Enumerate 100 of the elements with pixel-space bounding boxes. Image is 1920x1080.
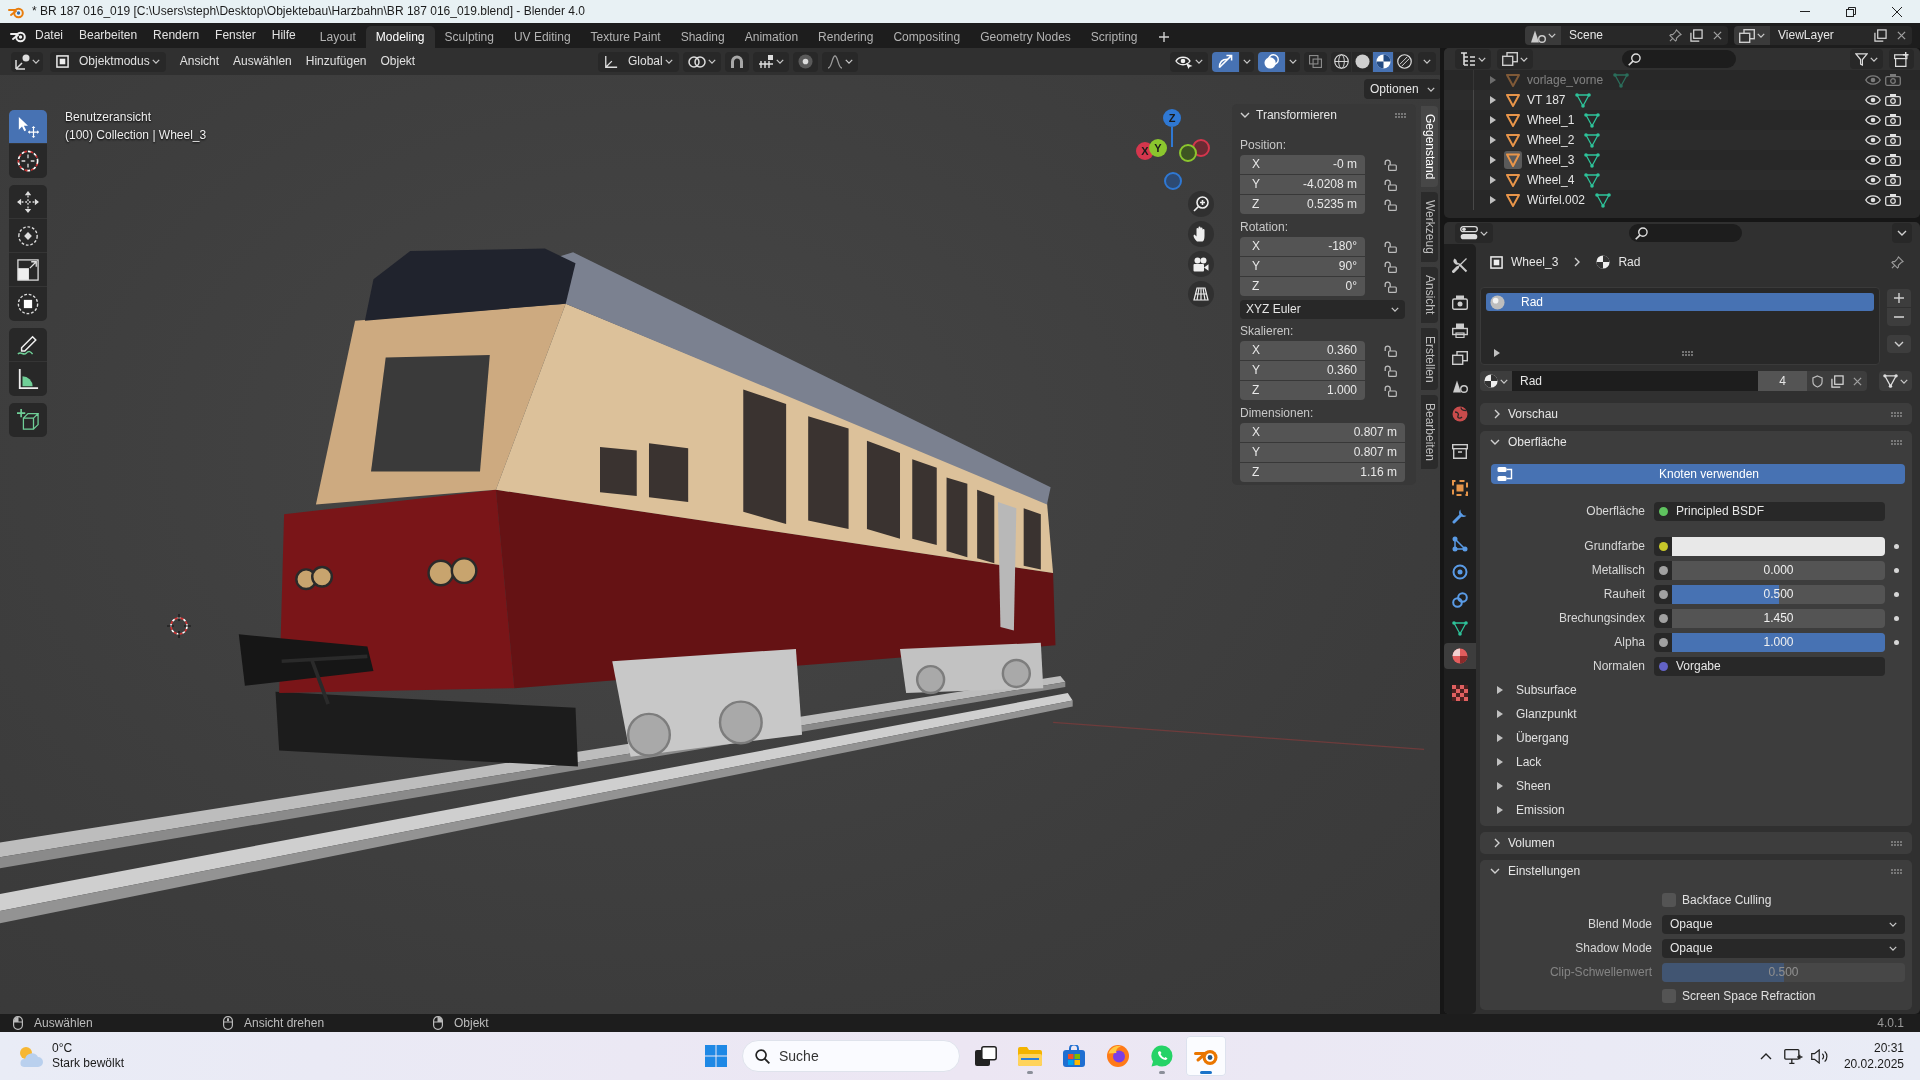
socket-button[interactable] [1654,608,1672,628]
tool-button[interactable] [9,362,47,396]
unlocked-lock-icon[interactable] [1384,365,1397,377]
falloff-dropdown[interactable] [821,51,858,72]
use-nodes-button[interactable]: Knoten verwenden [1491,464,1905,484]
slider-track[interactable]: 1.000 [1672,632,1885,652]
overlays-dropdown[interactable] [1286,51,1300,72]
shading-button[interactable] [1331,51,1351,72]
outliner-row[interactable]: Würfel.002 [1444,190,1920,210]
editor-type-button[interactable] [1455,49,1491,69]
expand-arrow-icon[interactable] [1490,196,1496,204]
expand-arrow-icon[interactable] [1494,349,1500,357]
fake-user-button[interactable] [1807,371,1827,391]
options-dropdown[interactable] [1892,223,1912,243]
pivot-dropdown[interactable] [682,51,721,72]
panel-header[interactable]: Oberfläche [1480,431,1912,453]
unlocked-lock-icon[interactable] [1384,159,1397,171]
axis-handle[interactable]: Y [1149,139,1167,157]
eye-icon[interactable] [1865,175,1881,185]
tool-button[interactable] [9,328,47,362]
workspace-tab[interactable]: Sculpting [434,26,504,48]
tool-button[interactable] [9,287,47,321]
unlocked-lock-icon[interactable] [1384,199,1397,211]
tool-button[interactable] [9,185,47,219]
panel-header[interactable]: Transformieren [1240,107,1337,123]
tool-button[interactable] [9,219,47,253]
unlocked-lock-icon[interactable] [1384,281,1397,293]
sidebar-tab[interactable]: Werkzeug [1421,192,1438,263]
axis-ball-icon[interactable] [1164,172,1182,190]
outliner-row[interactable]: VT 187 [1444,90,1920,110]
mesh-object-icon[interactable] [1506,133,1520,147]
number-field[interactable]: Z 1.16 m [1240,463,1405,482]
workspace-tab[interactable]: Layout [309,26,366,48]
menu-item[interactable]: Objekt [373,54,423,69]
subpanel-header[interactable]: Glanzpunkt [1480,702,1912,726]
tool-button[interactable] [9,144,47,178]
number-field[interactable]: 1.450 [1672,608,1885,628]
socket-button[interactable] [1654,632,1672,652]
number-field[interactable]: Y 0.807 m [1240,443,1405,462]
mesh-data-icon[interactable] [1595,192,1612,208]
workspace-tab[interactable]: Texture Paint [580,26,671,48]
outliner-row[interactable]: Wheel_3 [1444,150,1920,170]
expand-arrow-icon[interactable] [1490,96,1496,104]
number-field[interactable]: X 0.360 [1240,341,1365,360]
shading-button[interactable] [1352,51,1372,72]
material-name-field[interactable]: Rad [1512,371,1758,391]
mesh-data-icon[interactable] [1584,132,1601,148]
menu-item[interactable]: Bearbeiten [71,28,146,43]
mesh-object-icon[interactable] [1506,173,1520,187]
keyframe-dot-icon[interactable] [1894,591,1899,597]
remove-button[interactable] [1707,26,1728,45]
tool-button[interactable] [9,253,47,287]
number-field[interactable]: X -180° [1240,237,1365,256]
proportional-toggle[interactable] [792,51,818,72]
camera-view-button[interactable] [1188,251,1214,277]
outliner-row[interactable]: Wheel_4 [1444,170,1920,190]
workspace-tab[interactable]: UV Editing [503,26,581,48]
browse-button[interactable] [1734,26,1770,45]
gizmo-dropdown[interactable] [1240,51,1254,72]
zoom-button[interactable] [1188,191,1214,217]
menu-item[interactable]: Rendern [145,28,208,43]
slot-menu-button[interactable] [1887,335,1911,353]
remove-button[interactable] [1891,26,1912,45]
menu-item[interactable]: Datei [27,28,71,43]
view-layer-field[interactable]: ViewLayer [1770,26,1870,45]
eye-icon[interactable] [1865,135,1881,145]
eye-icon[interactable] [1865,195,1881,205]
breadcrumb-item[interactable]: Wheel_3 [1511,254,1559,270]
axis-handle[interactable]: Z [1163,109,1181,127]
slider-track[interactable]: 0.500 [1672,584,1885,604]
subpanel-header[interactable]: Emission [1480,798,1912,822]
display-mode-button[interactable] [1497,49,1533,69]
tool-button[interactable] [9,110,47,144]
workspace-tab[interactable]: Shading [670,26,735,48]
mesh-data-icon[interactable] [1584,172,1601,188]
workspace-tab[interactable]: Modeling [365,26,435,48]
search-field[interactable]: Suche [742,1040,960,1072]
unlocked-lock-icon[interactable] [1384,179,1397,191]
shading-button[interactable] [1394,51,1414,72]
mesh-object-icon[interactable] [1506,113,1520,127]
projection-button[interactable] [1188,281,1214,307]
dropdown[interactable]: Opaque [1662,938,1905,958]
expand-arrow-icon[interactable] [1490,176,1496,184]
mesh-object-icon[interactable] [1506,193,1520,207]
new-collection-button[interactable] [1889,49,1914,69]
scene-field[interactable]: Scene [1561,26,1665,45]
camera-icon[interactable] [1885,154,1901,166]
mesh-data-icon[interactable] [1584,152,1601,168]
number-field[interactable]: X -0 m [1240,155,1365,174]
workspace-tab[interactable]: Rendering [808,26,884,48]
number-field[interactable]: Y 0.360 [1240,361,1365,380]
user-count[interactable]: 4 [1758,371,1807,391]
pin-button[interactable] [1891,255,1904,269]
workspace-tab[interactable]: Animation [734,26,809,48]
eye-icon[interactable] [1865,95,1881,105]
link-dropdown[interactable] [1879,371,1912,391]
link-field[interactable]: Vorgabe [1654,656,1885,676]
material-browse-button[interactable] [1480,371,1512,391]
socket-button[interactable] [1654,560,1672,580]
grip-icon[interactable] [1681,350,1693,356]
